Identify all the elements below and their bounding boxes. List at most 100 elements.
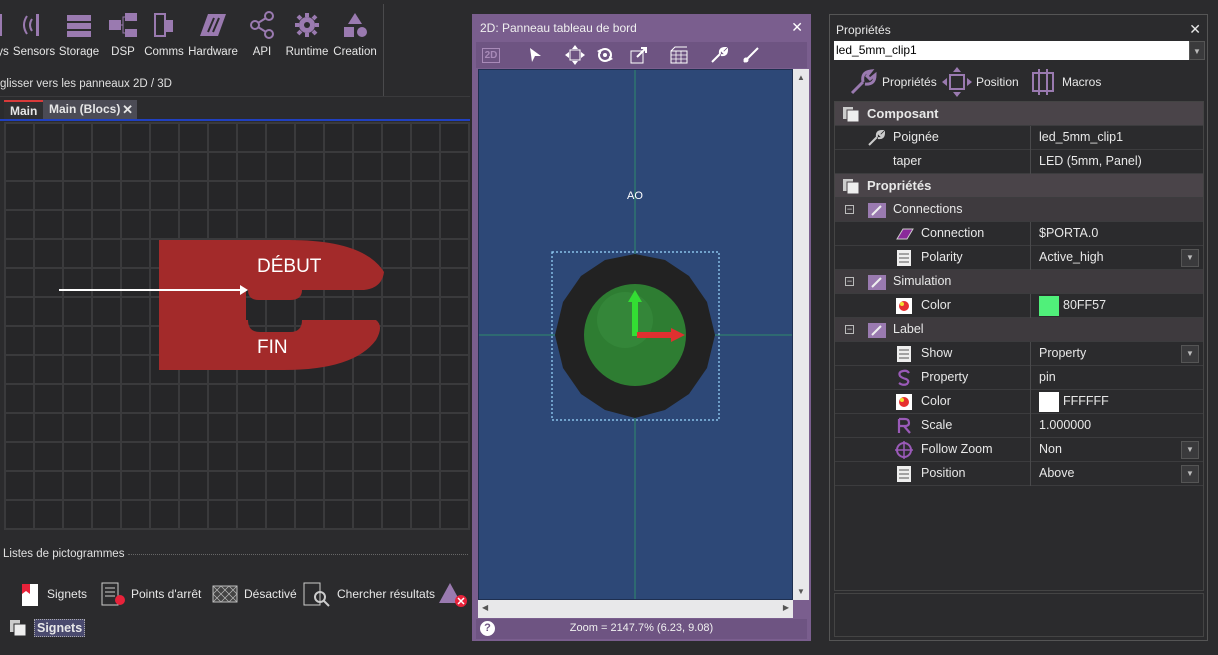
ribbon-button-creation[interactable]: Creation <box>331 10 379 70</box>
chevron-down-icon[interactable]: ▼ <box>1181 465 1199 483</box>
y-gizmo-arrow[interactable] <box>632 300 638 336</box>
section-proprietes[interactable]: Propriétés <box>835 174 1203 198</box>
list-icon <box>897 250 911 266</box>
row-taper[interactable]: taper LED (5mm, Panel) <box>835 150 1203 174</box>
collapse-icon[interactable]: − <box>845 277 854 286</box>
storage-icon <box>67 15 91 37</box>
row-property[interactable]: Property pin <box>835 366 1203 390</box>
view-2d-button[interactable]: 2D <box>478 44 504 66</box>
pictogram-points-arret[interactable]: Points d'arrêt <box>100 580 201 608</box>
section-label[interactable]: − Label <box>835 318 1203 342</box>
ribbon-hint: glisser vers les panneaux 2D / 3D <box>0 78 172 90</box>
chevron-down-icon[interactable]: ▼ <box>1189 41 1205 60</box>
ribbon-button-sensors[interactable]: Sensors <box>12 10 56 70</box>
ribbon-button-comms[interactable]: Comms <box>144 10 184 70</box>
flowchart-canvas[interactable]: DÉBUT FIN <box>4 122 470 530</box>
scroll-right-icon[interactable]: ▶ <box>783 603 789 612</box>
scale-tool-button[interactable] <box>626 44 652 66</box>
row-position[interactable]: Position Above ▼ <box>835 462 1203 486</box>
folder-tool-icon <box>868 203 886 218</box>
hardware-icon <box>200 14 226 36</box>
resize-icon <box>630 47 647 64</box>
ribbon-button-hardware[interactable]: Hardware <box>186 10 240 70</box>
tab-position[interactable]: Position <box>942 65 1019 99</box>
row-connection[interactable]: Connection $PORTA.0 <box>835 222 1203 246</box>
row-poignee[interactable]: Poignée led_5mm_clip1 <box>835 126 1203 150</box>
vertical-scrollbar[interactable]: ▲ ▼ <box>793 69 809 600</box>
pictogram-errors[interactable] <box>438 580 470 608</box>
close-icon[interactable]: ✕ <box>1189 21 1201 38</box>
start-label: DÉBUT <box>257 256 322 277</box>
chevron-down-icon[interactable]: ▼ <box>1181 249 1199 267</box>
chevron-down-icon[interactable]: ▼ <box>1181 441 1199 459</box>
row-follow-zoom[interactable]: Follow Zoom Non ▼ <box>835 438 1203 462</box>
dsp-flow-icon <box>109 13 137 37</box>
signets-tab[interactable]: Signets <box>8 617 86 639</box>
panel-2d: 2D: Panneau tableau de bord ✕ 2D AO ▲ ▼ … <box>472 14 811 641</box>
collapse-icon[interactable]: − <box>845 205 854 214</box>
panel-2d-toolbar: 2D <box>476 42 807 68</box>
ribbon-button-runtime[interactable]: Runtime <box>283 10 331 70</box>
row-polarity[interactable]: Polarity Active_high ▼ <box>835 246 1203 270</box>
pictogram-signets[interactable]: Signets <box>18 580 87 608</box>
tab-macros[interactable]: Macros <box>1028 65 1101 99</box>
tab-main-blocs[interactable]: Main (Blocs) ✕ <box>43 100 137 119</box>
pictogram-chercher[interactable]: Chercher résultats <box>302 580 435 608</box>
help-icon[interactable]: ? <box>480 621 495 636</box>
header-dots <box>128 554 468 555</box>
color-swatch[interactable] <box>1039 392 1059 412</box>
wrench-tool-button[interactable] <box>706 44 732 66</box>
tab-underline <box>0 119 470 121</box>
select-tool-button[interactable] <box>522 44 548 66</box>
x-gizmo-arrow[interactable] <box>637 332 673 338</box>
row-scale[interactable]: Scale 1.000000 <box>835 414 1203 438</box>
horizontal-scrollbar[interactable]: ◀ ▶ <box>478 600 793 618</box>
section-simulation[interactable]: − Simulation <box>835 270 1203 294</box>
pictogram-desactive[interactable]: Désactivé <box>211 580 297 608</box>
ribbon-button-dsp[interactable]: DSP <box>106 10 140 70</box>
tab-proprietes[interactable]: Propriétés <box>848 65 937 99</box>
brush-tool-button[interactable] <box>738 44 764 66</box>
section-composant[interactable]: Composant <box>835 102 1203 126</box>
folder-tool-icon <box>868 323 886 338</box>
grid-tool-button[interactable] <box>666 44 692 66</box>
copy-pages-icon <box>843 107 860 123</box>
row-show[interactable]: Show Property ▼ <box>835 342 1203 366</box>
flowchart-drawing <box>59 240 384 370</box>
sensor-wave-icon <box>23 14 39 36</box>
ribbon-button-api[interactable]: API <box>246 10 278 70</box>
ribbon-button-storage[interactable]: Storage <box>56 10 102 70</box>
connection-icon <box>896 228 914 240</box>
pan-tool-button[interactable] <box>562 44 588 66</box>
comms-icon <box>154 13 173 37</box>
scroll-up-icon[interactable]: ▲ <box>797 73 805 82</box>
cursor-icon <box>530 48 541 62</box>
rotate-tool-button[interactable] <box>592 44 618 66</box>
rotate-icon <box>597 48 613 62</box>
ribbon-button-ys[interactable]: ys <box>0 10 12 70</box>
object-selector[interactable]: led_5mm_clip1 <box>834 41 1189 60</box>
collapse-icon[interactable]: − <box>845 325 854 334</box>
breakpoint-icon <box>101 582 125 606</box>
close-icon[interactable]: ✕ <box>791 19 803 36</box>
row-sim-color[interactable]: Color 80FF57 <box>835 294 1203 318</box>
chevron-down-icon[interactable]: ▼ <box>1181 345 1199 363</box>
list-icon <box>897 466 911 482</box>
color-swatch[interactable] <box>1039 296 1059 316</box>
scroll-left-icon[interactable]: ◀ <box>482 603 488 612</box>
ribbon-divider <box>383 4 384 96</box>
macro-icon <box>1032 69 1054 95</box>
section-connections[interactable]: − Connections <box>835 198 1203 222</box>
shapes-icon <box>344 13 367 37</box>
panel-2d-title: 2D: Panneau tableau de bord <box>480 21 637 35</box>
scroll-down-icon[interactable]: ▼ <box>797 587 805 596</box>
start-block[interactable] <box>159 240 384 320</box>
panel-2d-viewport[interactable]: AO <box>478 69 793 600</box>
wrench-icon <box>850 69 877 95</box>
copy-pages-icon <box>843 179 860 195</box>
color-palette-icon <box>896 394 912 410</box>
row-label-color[interactable]: Color FFFFFF <box>835 390 1203 414</box>
pictogram-list-title: Listes de pictogrammes <box>3 548 125 560</box>
tab-main[interactable]: Main <box>4 100 44 119</box>
close-icon[interactable]: ✕ <box>122 102 133 118</box>
